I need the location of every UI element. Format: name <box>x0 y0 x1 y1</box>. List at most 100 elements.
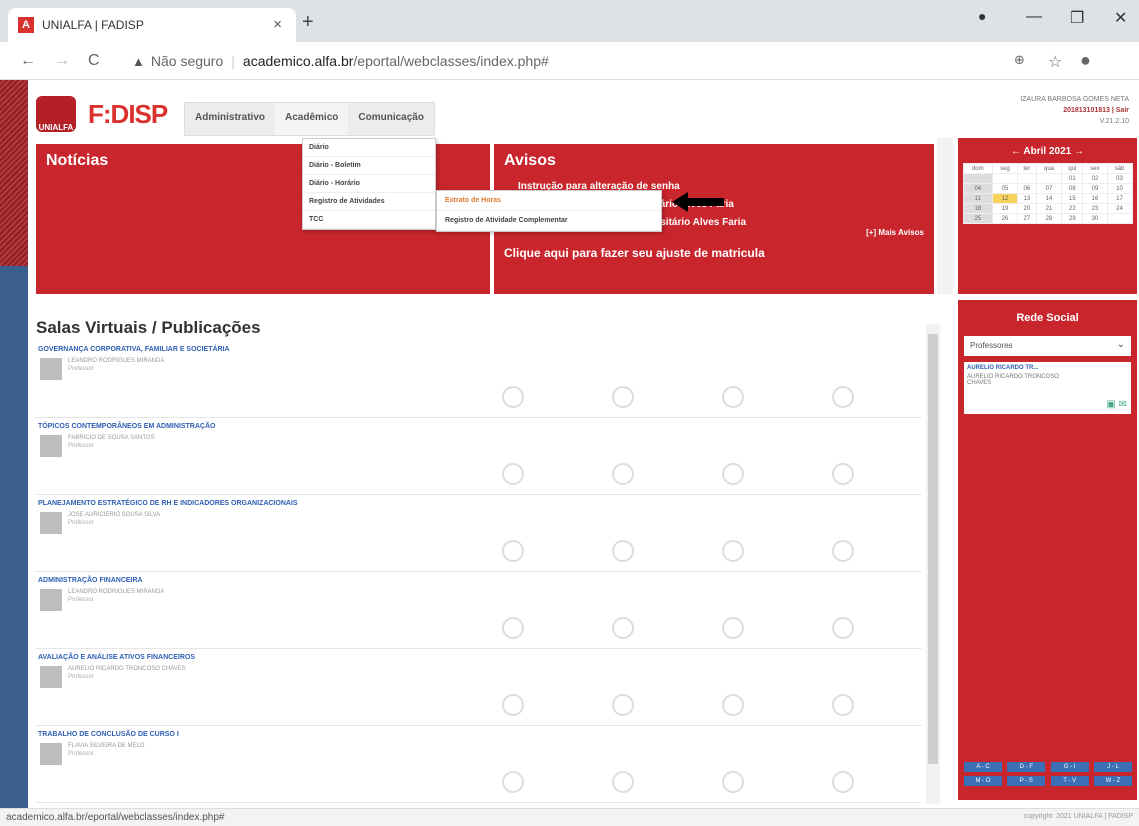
url-field[interactable]: ▲ Não seguro | academico.alfa.br /eporta… <box>132 48 1002 74</box>
alpha-filter[interactable]: T - V <box>1050 776 1089 786</box>
alpha-filter[interactable]: P - S <box>1007 776 1046 786</box>
calendar-day[interactable]: 23 <box>1082 203 1108 214</box>
alpha-filter[interactable]: M - O <box>964 776 1002 786</box>
calendar-day[interactable]: 18 <box>962 203 994 214</box>
alpha-filter[interactable]: J - L <box>1093 762 1132 772</box>
calendar-day[interactable]: 08 <box>1061 183 1084 194</box>
browser-tab[interactable]: A UNIALFA | FADISP × <box>8 8 296 42</box>
dropdown-item-registro-atividades[interactable]: Registro de Atividades <box>303 193 435 211</box>
dropdown-item-boletim[interactable]: Diário - Boletim <box>303 157 435 175</box>
rede-card-actions-icon[interactable]: ▣ ✉ <box>1106 399 1127 410</box>
calendar-day[interactable]: 10 <box>1106 183 1133 194</box>
ajuste-matricula-link[interactable]: Clique aqui para fazer seu ajuste de mat… <box>504 246 765 260</box>
calendar-day[interactable]: 06 <box>1016 183 1037 194</box>
course-title[interactable]: TRABALHO DE CONCLUSÃO DE CURSO I <box>36 727 922 738</box>
calendar-day[interactable]: 21 <box>1035 203 1063 214</box>
course-item[interactable]: PLANEJAMENTO ESTRATÉGICO DE RH E INDICAD… <box>36 496 922 572</box>
avatar <box>40 666 62 688</box>
security-label: Não seguro <box>150 53 224 69</box>
course-title[interactable]: PLANEJAMENTO ESTRATÉGICO DE RH E INDICAD… <box>36 496 922 507</box>
loading-circle-icon <box>502 463 524 485</box>
course-item[interactable]: GOVERNANÇA CORPORATIVA, FAMILIAR E SOCIE… <box>36 342 922 418</box>
calendar-day[interactable]: 15 <box>1061 193 1084 204</box>
reload-icon[interactable]: C <box>88 52 100 70</box>
tab-title: UNIALFA | FADISP <box>42 18 144 32</box>
zoom-icon[interactable]: ⊕ <box>1014 52 1025 68</box>
calendar-day[interactable]: 13 <box>1016 193 1037 204</box>
calendar-day[interactable]: 07 <box>1035 183 1063 194</box>
course-title[interactable]: AVALIAÇÃO E ANÁLISE ATIVOS FINANCEIROS <box>36 650 922 661</box>
course-item[interactable]: ADMINISTRAÇÃO FINANCEIRA LEANDRO RODRIGUE… <box>36 573 922 649</box>
url-separator: | <box>231 53 235 69</box>
calendar-day[interactable]: 30 <box>1082 213 1108 224</box>
calendar-day[interactable]: 05 <box>992 183 1018 194</box>
alpha-filter[interactable]: D - F <box>1007 762 1046 772</box>
status-url: academico.alfa.br/eportal/webclasses/ind… <box>6 812 225 823</box>
menu-academico[interactable]: Acadêmico <box>275 103 349 135</box>
calendar-day[interactable]: 29 <box>1061 213 1084 224</box>
calendar-day[interactable]: 04 <box>962 183 994 194</box>
loading-circle-icon <box>722 694 744 716</box>
loading-circle-icon <box>832 540 854 562</box>
profile-icon[interactable]: ● <box>978 8 986 24</box>
salas-scrollbar[interactable] <box>926 324 940 804</box>
calendar-day[interactable]: 26 <box>992 213 1018 224</box>
calendar-day[interactable]: 24 <box>1106 203 1133 214</box>
calendar-day[interactable]: 12 <box>992 193 1018 204</box>
dropdown-item-diario[interactable]: Diário <box>303 139 435 157</box>
course-item[interactable]: AVALIAÇÃO E ANÁLISE ATIVOS FINANCEIROS AU… <box>36 650 922 726</box>
close-window-icon[interactable]: ✕ <box>1114 8 1127 28</box>
menu-administrativo[interactable]: Administrativo <box>185 103 275 135</box>
mais-avisos-link[interactable]: [+] Mais Avisos <box>866 228 924 237</box>
calendar-day[interactable]: 17 <box>1106 193 1133 204</box>
rede-select[interactable]: Professores ⌄ <box>964 336 1131 356</box>
new-tab-icon[interactable]: + <box>302 11 314 34</box>
back-icon[interactable]: ← <box>20 52 36 70</box>
calendar-day <box>992 173 1018 184</box>
calendar-day[interactable]: 16 <box>1082 193 1108 204</box>
calendar-weekday: sáb <box>1106 163 1133 174</box>
submenu-extrato-horas[interactable]: Extrato de Horas <box>437 191 661 211</box>
user-id-logout[interactable]: 201813101813 | Sair <box>1020 105 1129 116</box>
minimize-icon[interactable]: — <box>1026 8 1042 26</box>
calendar-day[interactable]: 28 <box>1035 213 1063 224</box>
course-title[interactable]: ADMINISTRAÇÃO FINANCEIRA <box>36 573 922 584</box>
calendar-day[interactable]: 20 <box>1016 203 1037 214</box>
calendar-day[interactable]: 19 <box>992 203 1018 214</box>
logo[interactable]: UNIALFA F:DISP <box>36 96 168 132</box>
calendar-day[interactable]: 09 <box>1082 183 1108 194</box>
course-item[interactable]: TÓPICOS CONTEMPORÂNEOS EM ADMINISTRAÇÃO F… <box>36 419 922 495</box>
calendar-day[interactable]: 03 <box>1106 173 1133 184</box>
calendar-day[interactable]: 27 <box>1016 213 1037 224</box>
forward-icon[interactable]: → <box>54 52 70 70</box>
alpha-filter[interactable]: G - I <box>1050 762 1089 772</box>
copyright: copyright: 2021 UNIALFA | FADISP <box>1023 813 1133 820</box>
rede-card-name[interactable]: AURELIO RICARDO TR... <box>967 365 1128 371</box>
calendar-day[interactable]: 02 <box>1082 173 1108 184</box>
calendar-month[interactable]: ← Abril 2021 → <box>958 138 1137 163</box>
calendar-day[interactable]: 22 <box>1061 203 1084 214</box>
avisos-scrollbar[interactable] <box>937 138 953 294</box>
alpha-filter[interactable]: W - Z <box>1093 776 1132 786</box>
loading-circle-icon <box>612 540 634 562</box>
calendar-day[interactable]: 25 <box>962 213 994 224</box>
dropdown-item-horario[interactable]: Diário - Horário <box>303 175 435 193</box>
loading-circle-icon <box>722 540 744 562</box>
tab-close-icon[interactable]: × <box>273 16 282 33</box>
rede-professor-card[interactable]: AURELIO RICARDO TR... AURELIO RICARDO TR… <box>964 362 1131 414</box>
course-title[interactable]: TÓPICOS CONTEMPORÂNEOS EM ADMINISTRAÇÃO <box>36 419 922 430</box>
account-icon[interactable]: ● <box>1080 50 1091 71</box>
course-title[interactable]: GOVERNANÇA CORPORATIVA, FAMILIAR E SOCIE… <box>36 342 922 353</box>
submenu-registro-complementar[interactable]: Registro de Atividade Complementar <box>437 211 661 231</box>
alpha-filter[interactable]: A - C <box>964 762 1002 772</box>
calendar-day[interactable]: 14 <box>1035 193 1063 204</box>
restore-icon[interactable]: ❐ <box>1070 8 1084 28</box>
fadisp-brand: F:DISP <box>88 98 168 129</box>
pointer-arrow-icon <box>672 192 724 212</box>
calendar-day[interactable]: 11 <box>962 193 994 204</box>
bookmark-star-icon[interactable]: ☆ <box>1048 52 1062 72</box>
calendar-day[interactable]: 01 <box>1061 173 1084 184</box>
course-item[interactable]: TRABALHO DE CONCLUSÃO DE CURSO I FLAVIA S… <box>36 727 922 803</box>
dropdown-item-tcc[interactable]: TCC <box>303 211 435 229</box>
menu-comunicacao[interactable]: Comunicação <box>348 103 434 135</box>
